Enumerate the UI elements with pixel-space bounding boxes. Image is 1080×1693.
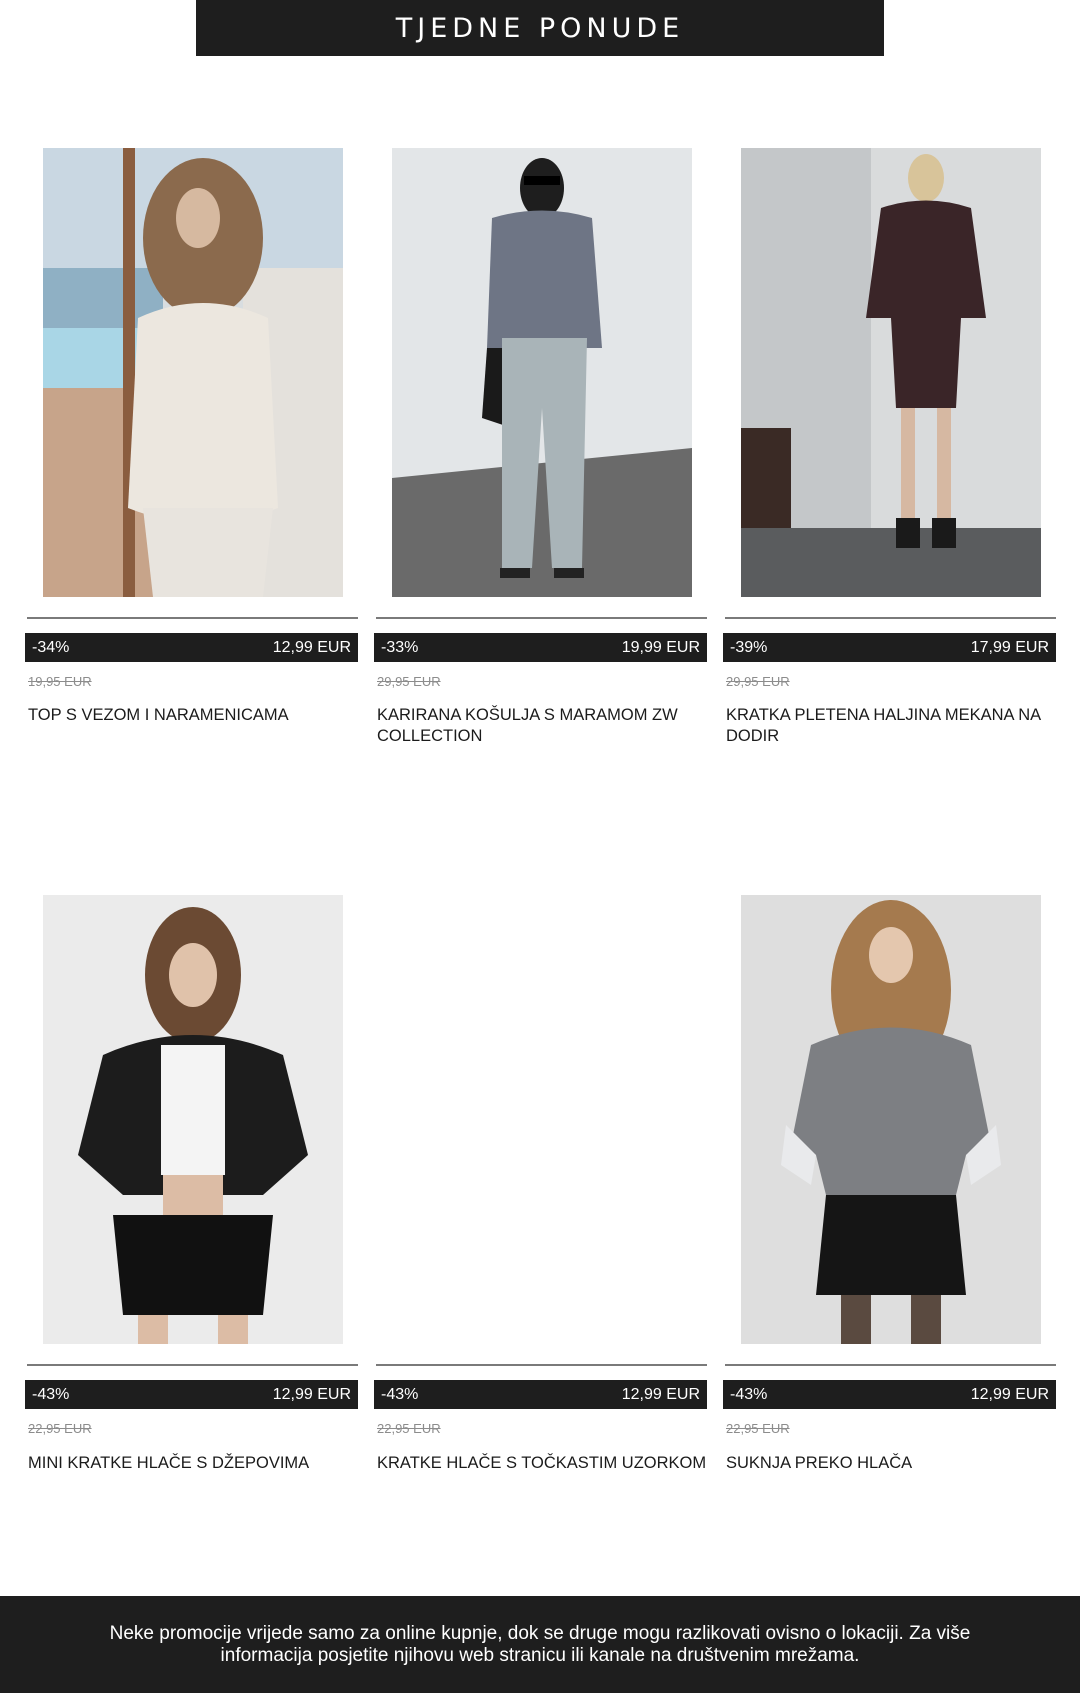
discount-badge: -43% <box>730 1385 768 1403</box>
price-bar: -39% 17,99 EUR <box>723 633 1056 662</box>
price-bar: -43% 12,99 EUR <box>723 1380 1056 1409</box>
page-title-banner: TJEDNE PONUDE <box>196 0 884 56</box>
product-title[interactable]: KRATKA PLETENA HALJINA MEKANA NA DODIR <box>726 705 1056 747</box>
price-bar: -33% 19,99 EUR <box>374 633 707 662</box>
original-price: 29,95 EUR <box>726 674 790 689</box>
product-image[interactable] <box>43 148 343 597</box>
original-price: 22,95 EUR <box>28 1421 92 1436</box>
page-title: TJEDNE PONUDE <box>395 12 685 44</box>
discount-badge: -43% <box>381 1385 419 1403</box>
divider <box>725 1364 1056 1366</box>
sale-price: 19,99 EUR <box>621 638 700 656</box>
divider <box>27 617 358 619</box>
product-photo-dress <box>741 148 1041 597</box>
discount-badge: -33% <box>381 638 419 656</box>
sale-price: 17,99 EUR <box>970 638 1049 656</box>
divider <box>725 617 1056 619</box>
product-photo-shirt <box>392 148 692 597</box>
product-title[interactable]: TOP S VEZOM I NARAMENICAMA <box>28 705 358 726</box>
sale-price: 12,99 EUR <box>272 638 351 656</box>
sale-price: 12,99 EUR <box>970 1385 1049 1403</box>
discount-badge: -43% <box>32 1385 70 1403</box>
product-title[interactable]: KRATKE HLAČE S TOČKASTIM UZORKOM <box>377 1453 707 1474</box>
product-photo-shorts <box>43 895 343 1344</box>
original-price: 22,95 EUR <box>726 1421 790 1436</box>
footer-disclaimer: Neke promocije vrijede samo za online ku… <box>0 1596 1080 1693</box>
product-image[interactable] <box>43 895 343 1344</box>
original-price: 19,95 EUR <box>28 674 92 689</box>
product-title[interactable]: SUKNJA PREKO HLAČA <box>726 1453 1056 1474</box>
sale-price: 12,99 EUR <box>272 1385 351 1403</box>
product-image[interactable] <box>741 895 1041 1344</box>
price-bar: -43% 12,99 EUR <box>374 1380 707 1409</box>
product-title[interactable]: MINI KRATKE HLAČE S DŽEPOVIMA <box>28 1453 358 1474</box>
original-price: 22,95 EUR <box>377 1421 441 1436</box>
discount-badge: -39% <box>730 638 768 656</box>
price-bar: -34% 12,99 EUR <box>25 633 358 662</box>
original-price: 29,95 EUR <box>377 674 441 689</box>
disclaimer-text: Neke promocije vrijede samo za online ku… <box>109 1622 971 1666</box>
sale-price: 12,99 EUR <box>621 1385 700 1403</box>
discount-badge: -34% <box>32 638 70 656</box>
product-title[interactable]: KARIRANA KOŠULJA S MARAMOM ZW COLLECTION <box>377 705 707 747</box>
divider <box>376 617 707 619</box>
product-image[interactable] <box>392 895 692 1344</box>
divider <box>376 1364 707 1366</box>
product-photo-top <box>43 148 343 597</box>
product-image[interactable] <box>741 148 1041 597</box>
divider <box>27 1364 358 1366</box>
product-photo-skirt <box>741 895 1041 1344</box>
price-bar: -43% 12,99 EUR <box>25 1380 358 1409</box>
product-image[interactable] <box>392 148 692 597</box>
